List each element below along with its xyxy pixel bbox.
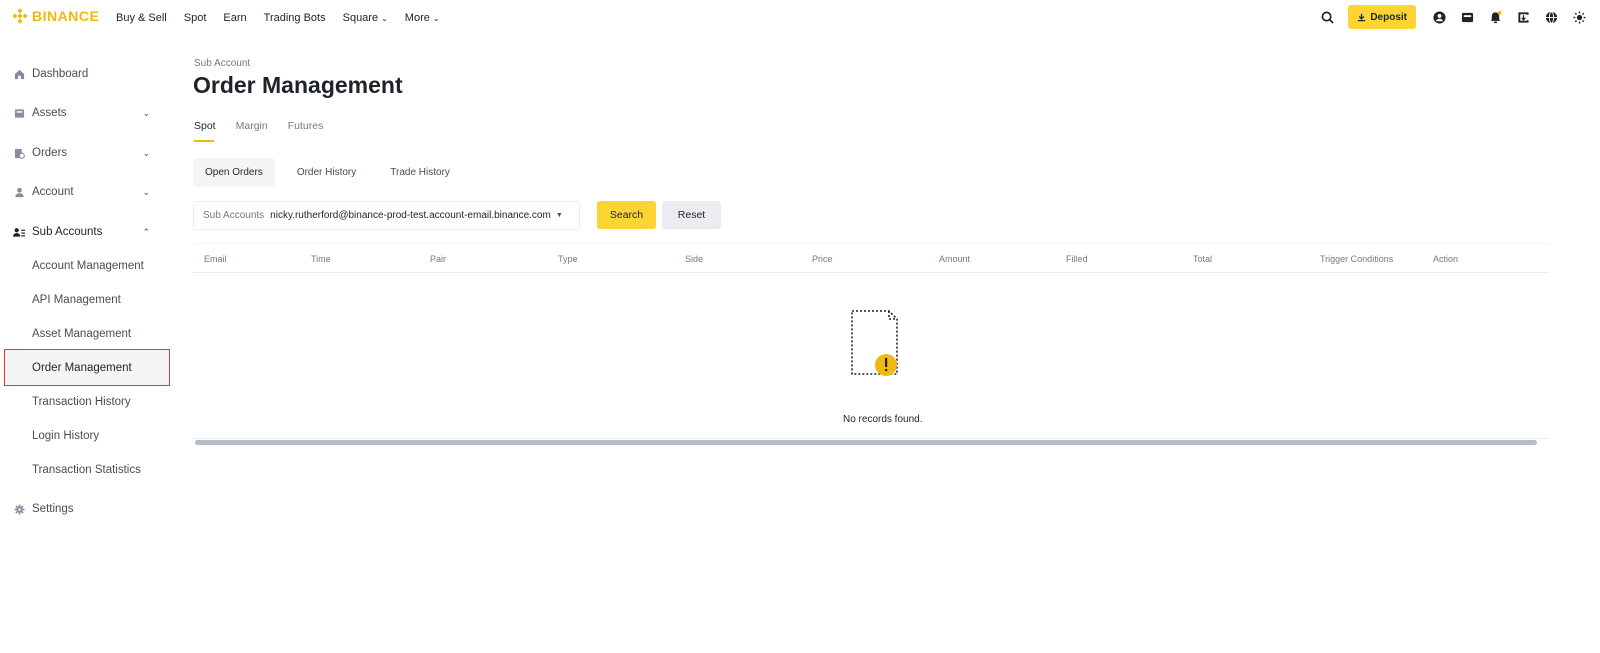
chevron-down-icon: ⌄	[381, 13, 388, 23]
sidebar-item-sub-accounts[interactable]: Sub Accounts ⌃	[0, 216, 172, 248]
sub-account-select-value: nicky.rutherford@binance-prod-test.accou…	[270, 210, 551, 221]
sidebar-item-account[interactable]: Account ⌄	[0, 176, 172, 208]
nav-link-trading-bots[interactable]: Trading Bots	[264, 12, 326, 24]
sidebar-item-label: Dashboard	[32, 68, 89, 80]
binance-logo[interactable]: BINANCE	[12, 8, 99, 24]
chevron-down-icon: ⌄	[142, 147, 150, 158]
chevron-down-icon: ⌄	[142, 186, 150, 197]
column-total: Total	[1193, 254, 1213, 264]
sidebar-subitem-label: Order Management	[32, 361, 132, 374]
sidebar-subitem-label: Asset Management	[32, 328, 132, 340]
sidebar-subitem-api-management[interactable]: API Management	[0, 283, 172, 317]
column-side: Side	[685, 254, 704, 264]
sidebar-item-orders[interactable]: Orders ⌄	[0, 137, 172, 169]
reset-button[interactable]: Reset	[662, 201, 721, 229]
horizontal-scrollbar[interactable]	[195, 440, 1537, 445]
gear-icon	[13, 503, 25, 515]
wallet-icon[interactable]	[1460, 10, 1474, 24]
sidebar-item-label: Assets	[32, 107, 67, 119]
nav-link-earn[interactable]: Earn	[223, 12, 246, 24]
nav-link-label: Trading Bots	[263, 12, 326, 24]
download-app-icon[interactable]	[1516, 10, 1530, 24]
order-type-segments: Open Orders Order History Trade History	[193, 158, 472, 187]
column-filled: Filled	[1066, 254, 1088, 264]
chevron-down-icon: ⌄	[142, 107, 150, 118]
tab-spot[interactable]: Spot	[194, 120, 216, 142]
wallet-icon	[13, 107, 25, 119]
deposit-label: Deposit	[1370, 11, 1407, 23]
nav-link-buy-sell[interactable]: Buy & Sell	[116, 12, 167, 24]
nav-link-spot[interactable]: Spot	[184, 12, 207, 24]
sidebar-item-settings[interactable]: Settings	[0, 493, 172, 525]
segment-open-orders[interactable]: Open Orders	[193, 158, 275, 187]
market-tabs: Spot Margin Futures	[194, 120, 343, 142]
binance-logo-icon	[12, 8, 28, 24]
nav-link-square[interactable]: Square ⌄	[343, 12, 388, 24]
sub-account-select-label: Sub Accounts	[203, 210, 265, 221]
top-navigation: BINANCE Buy & Sell Spot Earn Trading Bot…	[0, 0, 1600, 36]
sidebar-subitem-label: Account Management	[32, 260, 144, 272]
sidebar-subitem-label: Login History	[32, 430, 100, 442]
sidebar-subitem-transaction-history[interactable]: Transaction History	[0, 385, 172, 419]
empty-state-text: No records found.	[843, 414, 923, 425]
sidebar-item-label: Settings	[32, 503, 74, 515]
profile-icon[interactable]	[1432, 10, 1446, 24]
column-email: Email	[204, 254, 227, 264]
search-icon[interactable]	[1320, 10, 1334, 24]
theme-icon[interactable]	[1572, 10, 1586, 24]
page-title: Order Management	[193, 72, 403, 98]
column-time: Time	[311, 254, 331, 264]
table-header: Email Time Pair Type Side Price Amount F…	[193, 243, 1549, 273]
caret-down-icon: ▼	[555, 212, 563, 219]
column-pair: Pair	[430, 254, 447, 264]
sidebar-item-assets[interactable]: Assets ⌄	[0, 97, 172, 129]
no-records-icon	[851, 310, 898, 376]
nav-link-label: Spot	[183, 12, 207, 24]
bell-icon[interactable]	[1488, 10, 1502, 24]
sidebar-item-label: Account	[32, 186, 74, 198]
sidebar-subitem-account-management[interactable]: Account Management	[0, 249, 172, 283]
column-type: Type	[558, 254, 578, 264]
column-action: Action	[1433, 254, 1459, 264]
brand-name: BINANCE	[32, 8, 100, 24]
home-icon	[13, 68, 25, 80]
deposit-button[interactable]: Deposit	[1348, 5, 1416, 29]
globe-icon[interactable]	[1544, 10, 1558, 24]
nav-link-label: Buy & Sell	[116, 12, 167, 24]
nav-links: Buy & Sell Spot Earn Trading Bots Square…	[116, 0, 457, 36]
segment-trade-history[interactable]: Trade History	[378, 158, 462, 187]
sidebar-item-dashboard[interactable]: Dashboard	[0, 58, 172, 90]
breadcrumb[interactable]: Sub Account	[194, 58, 250, 69]
table-divider	[193, 438, 1549, 439]
nav-link-label: Earn	[223, 12, 247, 24]
sidebar-subitem-transaction-statistics[interactable]: Transaction Statistics	[0, 453, 172, 487]
tab-futures[interactable]: Futures	[288, 120, 324, 142]
sidebar-subitem-label: API Management	[32, 294, 121, 306]
sidebar-item-label: Orders	[32, 147, 68, 159]
sub-accounts-icon	[13, 226, 25, 238]
chevron-down-icon: ⌄	[432, 13, 440, 23]
sidebar-subitem-login-history[interactable]: Login History	[0, 419, 172, 453]
column-amount: Amount	[939, 254, 971, 264]
nav-actions: Deposit	[1306, 5, 1586, 29]
user-icon	[13, 186, 25, 198]
nav-link-label: Square	[342, 12, 379, 24]
sidebar-item-label: Sub Accounts	[32, 226, 103, 238]
nav-link-label: More	[404, 12, 430, 24]
download-icon	[1358, 13, 1366, 21]
orders-icon	[13, 147, 25, 159]
column-price: Price	[812, 254, 833, 264]
sidebar-subitem-label: Transaction History	[32, 396, 131, 408]
chevron-up-icon: ⌃	[142, 226, 150, 237]
sidebar-subitem-order-management[interactable]: Order Management	[4, 349, 170, 386]
segment-order-history[interactable]: Order History	[285, 158, 368, 187]
sidebar-subitem-asset-management[interactable]: Asset Management	[0, 317, 172, 351]
tab-margin[interactable]: Margin	[236, 120, 268, 142]
column-trigger-conditions: Trigger Conditions	[1320, 254, 1394, 264]
search-button[interactable]: Search	[597, 201, 656, 229]
sidebar-subitem-label: Transaction Statistics	[32, 464, 141, 476]
nav-link-more[interactable]: More ⌄	[405, 12, 440, 24]
sub-account-select[interactable]: Sub Accounts nicky.rutherford@binance-pr…	[193, 201, 580, 230]
